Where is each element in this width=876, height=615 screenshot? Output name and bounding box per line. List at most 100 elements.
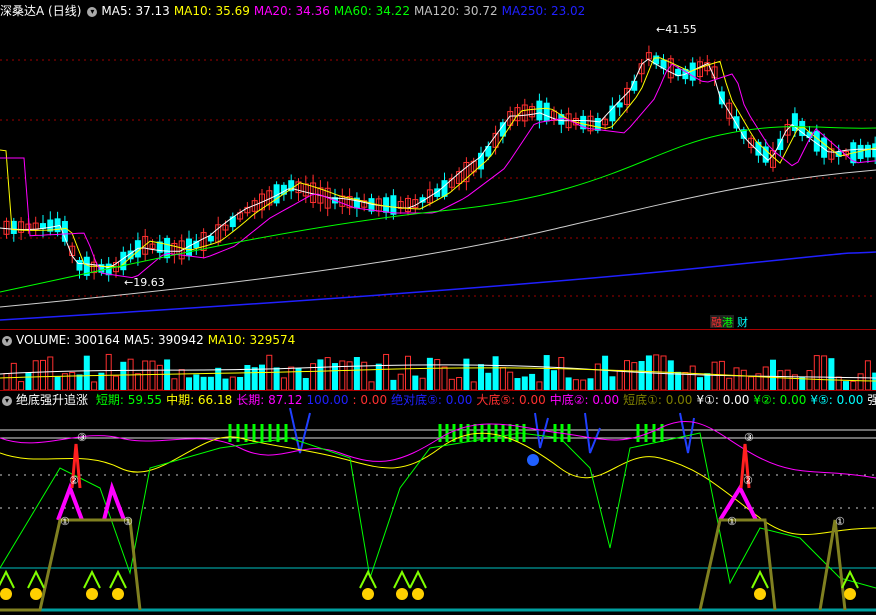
candle-body bbox=[76, 259, 83, 271]
ma20-line bbox=[0, 63, 876, 279]
candle-body bbox=[383, 197, 390, 213]
candle-body bbox=[120, 251, 127, 271]
volume-bar bbox=[624, 360, 630, 390]
volume-bar bbox=[142, 360, 149, 390]
volume-bar bbox=[332, 363, 338, 390]
volume-bar bbox=[3, 372, 10, 390]
indicator-value-6: 大底⑤: 0.00 bbox=[476, 393, 546, 407]
smiley-icon bbox=[86, 588, 98, 600]
volume-bar bbox=[864, 360, 871, 390]
level-marker: ① bbox=[727, 515, 737, 528]
volume-bar bbox=[850, 380, 857, 390]
green-spike bbox=[393, 569, 411, 589]
volume-bar bbox=[171, 378, 178, 390]
volume-bar bbox=[339, 360, 346, 390]
volume-bar bbox=[580, 379, 587, 390]
ma-value-3: MA60: 34.22 bbox=[333, 4, 410, 18]
volume-bar bbox=[375, 363, 382, 390]
price-chart[interactable]: ←41.55 ←19.63 融港财 bbox=[0, 20, 876, 330]
volume-bar bbox=[777, 370, 784, 390]
mid-bottom-peak bbox=[102, 481, 126, 521]
indicator-value-5: 绝对底⑤: 0.00 bbox=[391, 393, 473, 407]
volume-bar bbox=[237, 376, 244, 390]
main-chart-header: 深桑达A (日线) ▾ MA5: 37.13 MA10: 35.69 MA20: 34.… bbox=[0, 3, 876, 19]
volume-bar bbox=[18, 381, 25, 390]
smiley-icon bbox=[362, 588, 374, 600]
green-spike bbox=[0, 569, 15, 589]
candle-body bbox=[777, 138, 784, 150]
volume-bar bbox=[113, 375, 119, 390]
indicator-value-1: 中期: 66.18 bbox=[166, 393, 233, 407]
stock-title[interactable]: 深桑达A (日线) bbox=[0, 4, 81, 18]
volume-bar bbox=[813, 355, 820, 390]
volume-bar bbox=[288, 366, 295, 390]
smiley-icon bbox=[30, 588, 42, 600]
candle-body bbox=[441, 180, 448, 197]
volume-bar bbox=[448, 378, 455, 390]
volume-bar bbox=[521, 376, 528, 390]
volume-bar bbox=[105, 353, 112, 390]
volume-bar bbox=[609, 376, 616, 390]
volume-bar bbox=[631, 362, 638, 390]
volume-bar bbox=[675, 371, 682, 390]
volume-chart[interactable] bbox=[0, 348, 876, 390]
indicator-value-0: 短期: 59.55 bbox=[95, 393, 163, 407]
indicator-value-7: 中底②: 0.00 bbox=[549, 393, 620, 407]
green-spike bbox=[83, 569, 101, 589]
candle-body bbox=[594, 118, 601, 131]
volume-bar bbox=[470, 381, 477, 390]
ma-value-1: MA10: 35.69 bbox=[173, 4, 250, 18]
volume-bar bbox=[689, 365, 696, 390]
volume-bar bbox=[543, 355, 550, 390]
volume-bar bbox=[32, 360, 39, 390]
ma10-line bbox=[0, 57, 876, 268]
volume-bar bbox=[273, 367, 280, 390]
candle-body bbox=[390, 195, 397, 215]
indicator-value-3: 100.00 bbox=[306, 393, 349, 407]
volume-bar bbox=[536, 381, 543, 390]
volume-header: ▾ VOLUME: 300164 MA5: 390942 MA10: 329574 bbox=[0, 332, 876, 348]
volume-bar bbox=[222, 378, 229, 390]
candle-body bbox=[543, 102, 550, 122]
volume-bar bbox=[828, 358, 835, 390]
volume-bar bbox=[353, 357, 360, 390]
indicator-name[interactable]: 绝底强升追涨 bbox=[16, 393, 88, 407]
chevron-down-icon[interactable]: ▾ bbox=[2, 395, 12, 406]
volume-bar bbox=[149, 360, 156, 390]
volume-bar bbox=[857, 373, 864, 390]
volume-bar bbox=[47, 356, 54, 390]
indicator-chart[interactable]: ③ ② ① ① ③ ② ① ① bbox=[0, 408, 876, 615]
level-marker: ③ bbox=[744, 431, 754, 444]
chevron-down-icon[interactable]: ▾ bbox=[87, 6, 98, 17]
high-price-label: ←41.55 bbox=[656, 23, 697, 36]
candle-body bbox=[616, 102, 623, 108]
volume-bar bbox=[507, 371, 514, 390]
indicator-header: ▾ 绝底强升追涨 短期: 59.55 中期: 66.18 长期: 87.12 100.0… bbox=[0, 392, 876, 408]
volume-bar bbox=[682, 371, 689, 390]
volume-bar bbox=[215, 367, 222, 390]
level-marker: ② bbox=[743, 474, 753, 487]
candle-body bbox=[660, 59, 667, 69]
badge-hk: 港 bbox=[722, 316, 733, 329]
mid-bottom-peak bbox=[56, 482, 758, 522]
big-bottom-peak bbox=[70, 443, 751, 489]
volume-bar bbox=[558, 357, 565, 390]
volume-bar bbox=[229, 376, 236, 390]
volume-bar bbox=[164, 359, 171, 390]
chevron-down-icon[interactable]: ▾ bbox=[2, 335, 12, 346]
indicator-value-4: : 0.00 bbox=[352, 393, 388, 407]
volume-bar bbox=[551, 370, 557, 390]
indicator-value-12: 强弱 bbox=[867, 393, 876, 407]
volume-bar bbox=[602, 355, 609, 390]
ma5-line bbox=[0, 58, 876, 268]
green-spike bbox=[109, 569, 127, 589]
indicator-value-9: ¥①: 0.00 bbox=[696, 393, 750, 407]
volume-bar bbox=[251, 367, 258, 390]
green-spike bbox=[409, 569, 427, 589]
volume-bar bbox=[492, 356, 499, 390]
volume-bar bbox=[54, 376, 61, 390]
volume-bar bbox=[368, 381, 375, 390]
volume-bar bbox=[726, 377, 733, 390]
volume-bar bbox=[478, 364, 484, 390]
volume-bar bbox=[843, 381, 849, 390]
